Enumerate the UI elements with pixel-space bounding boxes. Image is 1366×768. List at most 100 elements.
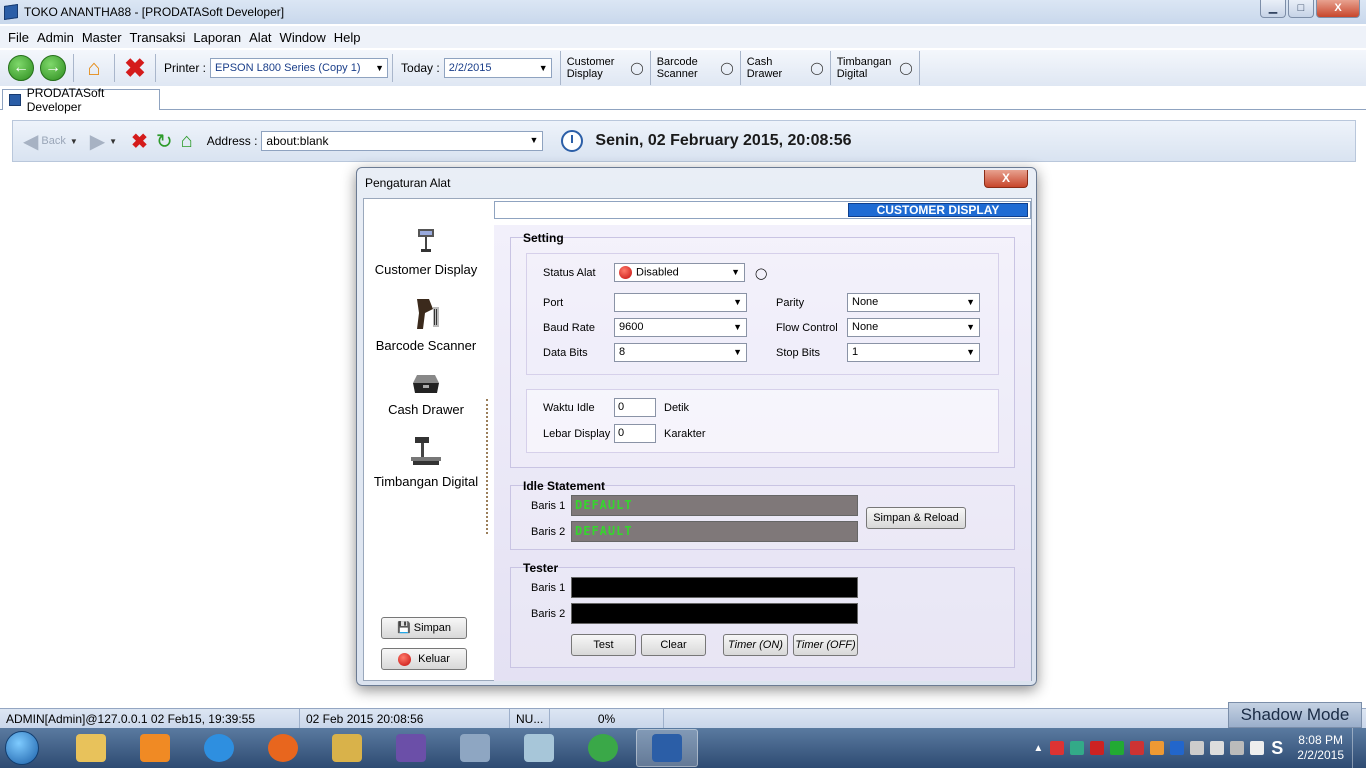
taskbar-clock[interactable]: 8:08 PM 2/2/2015 — [1297, 733, 1344, 763]
sidebar-item-customer-display[interactable]: Customer Display — [366, 227, 486, 277]
refresh-icon[interactable]: ↻ — [156, 129, 173, 154]
idle-baris2-label: Baris 2 — [531, 526, 566, 538]
shadow-mode-badge[interactable]: Shadow Mode — [1228, 702, 1362, 728]
maximize-button[interactable]: □ — [1288, 0, 1314, 18]
menu-transaksi[interactable]: Transaksi — [126, 30, 190, 45]
home-icon[interactable]: ⌂ — [181, 130, 193, 153]
menu-master[interactable]: Master — [78, 30, 126, 45]
taskbar-editor[interactable] — [508, 729, 570, 767]
status-alat-select[interactable]: Disabled ▼ — [614, 263, 745, 282]
window-title: TOKO ANANTHA88 - [PRODATASoft Developer] — [24, 5, 285, 19]
minimize-button[interactable]: ▁ — [1260, 0, 1286, 18]
timer-on-button[interactable]: Timer (ON) — [723, 634, 788, 656]
idle-baris2-input[interactable]: DEFAULT — [571, 521, 858, 542]
bulb-icon: ◯ — [810, 61, 824, 75]
baud-rate-select[interactable]: 9600 ▼ — [614, 318, 747, 337]
tray-mail-icon[interactable] — [1090, 741, 1105, 755]
menu-window[interactable]: Window — [276, 30, 330, 45]
clear-button[interactable]: Clear — [641, 634, 706, 656]
test-button[interactable]: Test — [571, 634, 636, 656]
tray-network-icon[interactable] — [1070, 741, 1085, 755]
dialog-close-button[interactable]: X — [984, 170, 1028, 188]
device-label-line1: Timbangan — [836, 56, 892, 68]
device-label-line1: Customer — [566, 56, 615, 68]
taskbar-remote[interactable] — [444, 729, 506, 767]
close-button[interactable]: X — [1316, 0, 1360, 18]
taskbar-prodatasoft[interactable] — [636, 729, 698, 767]
notes-icon — [332, 734, 362, 762]
status-alat-value: Disabled — [636, 266, 679, 279]
taskbar-explorer[interactable] — [60, 729, 122, 767]
taskbar-notes[interactable] — [316, 729, 378, 767]
tray-antivirus-icon[interactable] — [1050, 741, 1065, 755]
nav-back-button[interactable]: ◀ Back ▼ — [23, 129, 78, 154]
tray-device-icon[interactable] — [1210, 741, 1225, 755]
taskbar-firefox[interactable] — [252, 729, 314, 767]
window-titlebar: TOKO ANANTHA88 - [PRODATASoft Developer]… — [0, 0, 1366, 24]
stop-bits-select[interactable]: 1 ▼ — [847, 343, 980, 362]
stop-icon[interactable]: ✖ — [131, 129, 148, 154]
tray-volume-icon[interactable] — [1250, 741, 1265, 755]
close-x-icon[interactable]: ✖ — [122, 53, 148, 83]
flow-control-select[interactable]: None ▼ — [847, 318, 980, 337]
forward-arrow-icon[interactable]: → — [40, 55, 66, 81]
taskbar-internet-explorer[interactable] — [188, 729, 250, 767]
menu-help[interactable]: Help — [330, 30, 365, 45]
tray-power-icon[interactable] — [1230, 741, 1245, 755]
show-desktop-button[interactable] — [1352, 728, 1366, 768]
tab-prodatasoft-developer[interactable]: PRODATASoft Developer — [2, 86, 160, 114]
simpan-button[interactable]: 💾 Simpan — [381, 617, 467, 639]
keluar-button[interactable]: Keluar — [381, 648, 467, 670]
device-label-line2: Digital — [836, 68, 868, 80]
waktu-idle-input[interactable]: 0 — [614, 398, 656, 417]
menu-admin[interactable]: Admin — [33, 30, 78, 45]
simpan-reload-button[interactable]: Simpan & Reload — [866, 507, 966, 529]
sidebar-item-timbangan-digital[interactable]: Timbangan Digital — [366, 435, 486, 489]
menu-file[interactable]: File — [4, 30, 33, 45]
tester-baris2-display[interactable] — [571, 603, 858, 624]
tray-update-icon[interactable] — [1110, 741, 1125, 755]
sidebar-item-label: Customer Display — [374, 262, 478, 277]
section-header: CUSTOMER DISPLAY — [494, 201, 1031, 219]
menu-alat[interactable]: Alat — [245, 30, 275, 45]
dialog-title: Pengaturan Alat — [365, 176, 451, 190]
taskbar-globe[interactable] — [572, 729, 634, 767]
sidebar-item-barcode-scanner[interactable]: Barcode Scanner — [366, 297, 486, 353]
back-arrow-icon[interactable]: ← — [8, 55, 34, 81]
barcode-scanner-button[interactable]: Barcode Scanner ◯ — [649, 51, 740, 85]
data-bits-select[interactable]: 8 ▼ — [614, 343, 747, 362]
tray-expand-icon[interactable]: ▲ — [1033, 743, 1043, 754]
forward-arrow-icon[interactable]: ▶ — [90, 129, 105, 154]
home-icon[interactable]: ⌂ — [81, 55, 107, 81]
taskbar-media-player[interactable] — [124, 729, 186, 767]
taskbar-app[interactable] — [380, 729, 442, 767]
tray-display-icon[interactable] — [1190, 741, 1205, 755]
start-button[interactable] — [0, 729, 44, 767]
tray-shield-icon[interactable] — [1130, 741, 1145, 755]
status-alat-label: Status Alat — [543, 267, 596, 279]
timbangan-digital-button[interactable]: Timbangan Digital ◯ — [829, 51, 920, 85]
chevron-down-icon[interactable]: ▼ — [109, 137, 117, 146]
internet-explorer-icon — [204, 734, 234, 762]
tray-bluetooth-icon[interactable] — [1170, 741, 1185, 755]
customer-display-button[interactable]: Customer Display ◯ — [559, 51, 650, 85]
menu-laporan[interactable]: Laporan — [189, 30, 245, 45]
data-bits-label: Data Bits — [543, 347, 588, 359]
tester-group: Tester Baris 1 Baris 2 Test Clear Timer … — [510, 561, 1015, 668]
address-input[interactable]: about:blank ▼ — [261, 131, 544, 151]
tray-s-icon[interactable]: S — [1271, 738, 1283, 759]
chevron-down-icon: ▼ — [375, 63, 385, 73]
printer-select[interactable]: EPSON L800 Series (Copy 1) ▼ — [210, 58, 389, 78]
cash-drawer-button[interactable]: Cash Drawer ◯ — [739, 51, 830, 85]
idle-baris1-input[interactable]: DEFAULT — [571, 495, 858, 516]
parity-select[interactable]: None ▼ — [847, 293, 980, 312]
port-select[interactable]: ▼ — [614, 293, 747, 312]
timer-off-button[interactable]: Timer (OFF) — [793, 634, 858, 656]
sidebar-item-cash-drawer[interactable]: Cash Drawer — [366, 371, 486, 417]
tray-media-icon[interactable] — [1150, 741, 1165, 755]
tester-baris1-display[interactable] — [571, 577, 858, 598]
lebar-display-input[interactable]: 0 — [614, 424, 656, 443]
toolbar-separator — [392, 54, 394, 82]
today-date-picker[interactable]: 2/2/2015 ▼ — [443, 58, 552, 78]
status-datetime: 02 Feb 2015 20:08:56 — [300, 708, 510, 729]
